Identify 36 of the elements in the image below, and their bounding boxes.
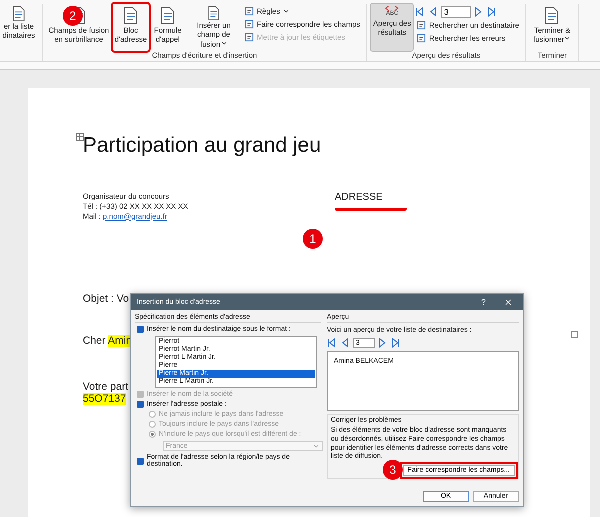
caret-icon bbox=[220, 40, 228, 47]
body-text: Votre part bbox=[83, 381, 129, 394]
paragraph-mark-box bbox=[571, 331, 578, 338]
document-icon bbox=[124, 6, 138, 26]
document-icon bbox=[161, 6, 175, 26]
document-icon bbox=[417, 21, 426, 30]
body-text: 55O7137 bbox=[83, 393, 126, 406]
last-record-icon[interactable] bbox=[487, 7, 498, 17]
table-move-icon bbox=[76, 133, 84, 141]
radio-button[interactable] bbox=[149, 421, 156, 428]
list-icon bbox=[12, 6, 26, 22]
close-icon bbox=[504, 298, 513, 306]
document-icon bbox=[417, 34, 426, 43]
document-icon bbox=[207, 6, 221, 21]
caret-icon bbox=[283, 8, 290, 15]
document-icon bbox=[245, 20, 254, 29]
next-record-icon[interactable] bbox=[474, 7, 484, 17]
address-field: ADRESSE bbox=[335, 192, 407, 211]
document-icon bbox=[245, 33, 254, 42]
previous-record-icon[interactable] bbox=[428, 7, 438, 17]
chevron-down-icon bbox=[313, 442, 320, 450]
previous-record-icon[interactable] bbox=[340, 338, 350, 348]
last-record-icon[interactable] bbox=[391, 338, 401, 348]
first-record-icon[interactable] bbox=[415, 7, 426, 17]
first-record-icon[interactable] bbox=[327, 338, 337, 348]
body-text: Objet : Vo bbox=[83, 293, 130, 306]
radio-button[interactable] bbox=[149, 431, 156, 438]
document-title: Participation au grand jeu bbox=[83, 134, 322, 158]
arrows-icon bbox=[385, 6, 400, 11]
caret-icon bbox=[564, 35, 572, 42]
next-record-icon[interactable] bbox=[378, 338, 388, 348]
document-icon bbox=[545, 6, 560, 26]
record-number-field[interactable]: 3 bbox=[441, 6, 472, 18]
help-button[interactable]: ? bbox=[478, 298, 490, 306]
radio-button[interactable] bbox=[149, 411, 156, 418]
document-icon bbox=[245, 7, 254, 16]
